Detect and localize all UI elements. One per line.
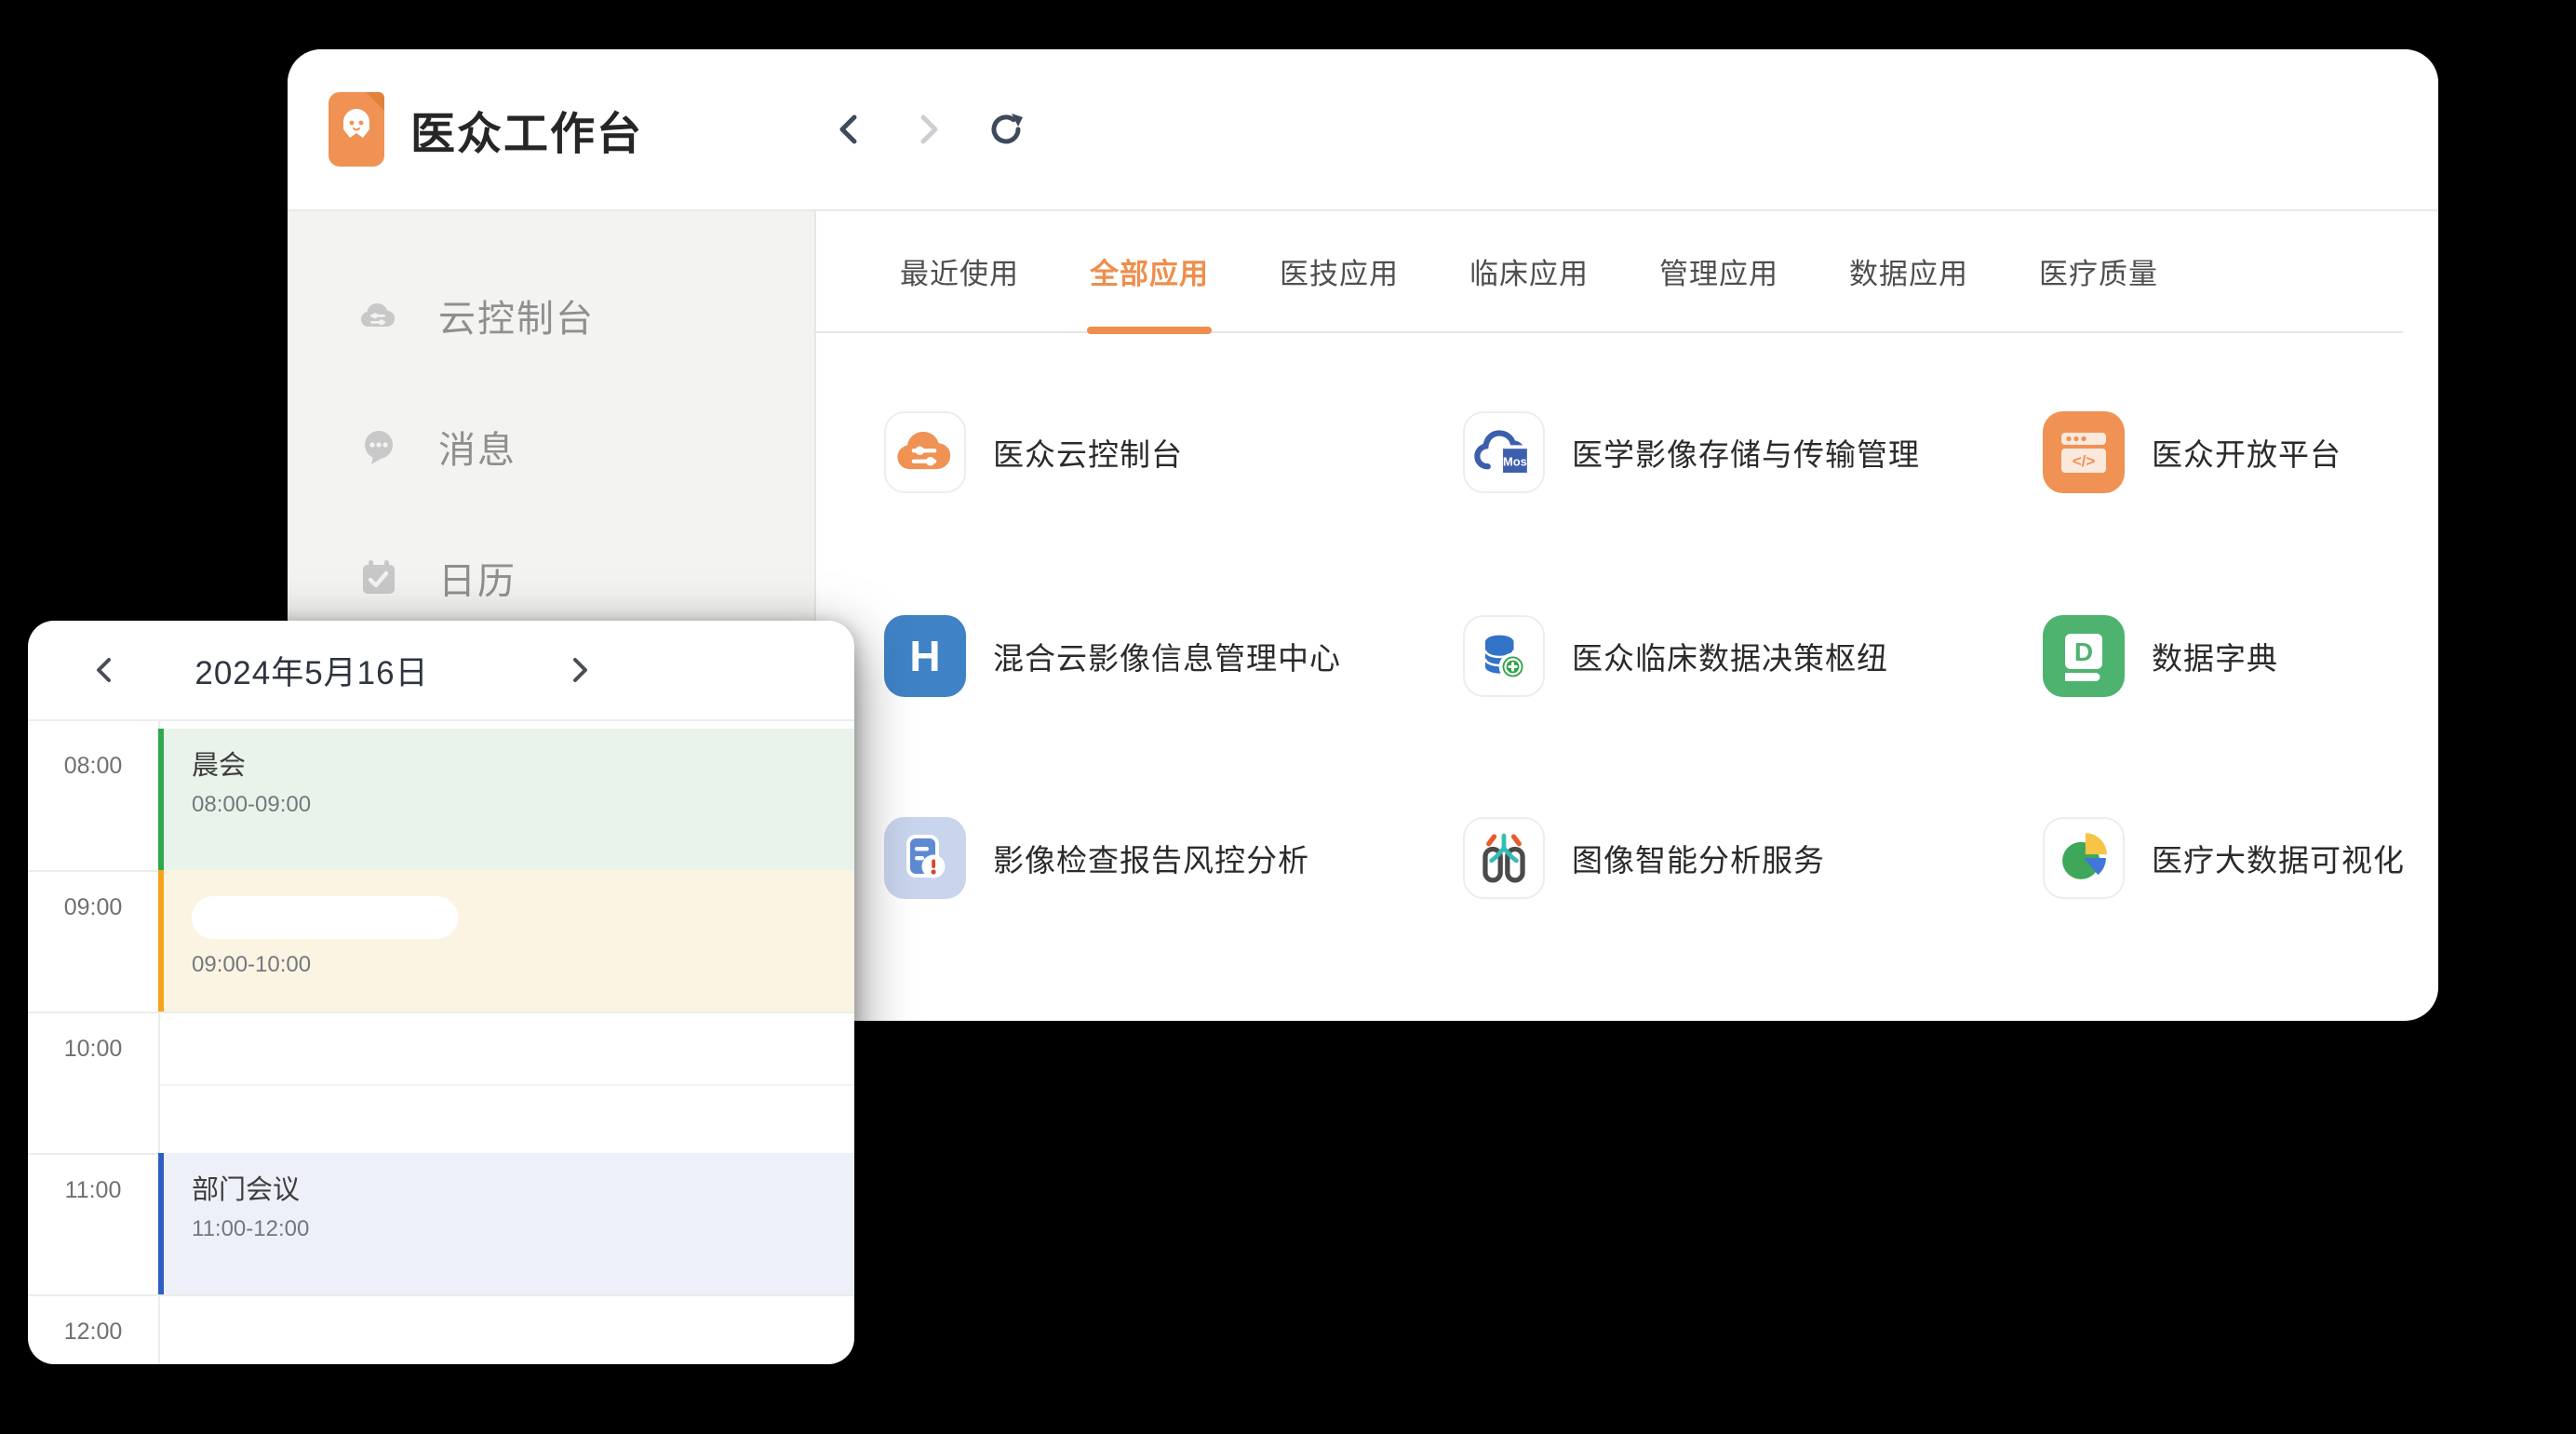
app-label: 混合云影像信息管理中心 (993, 634, 1341, 678)
app-cloud-console[interactable]: 医众云控制台 (884, 411, 1183, 493)
refresh-button[interactable] (987, 111, 1025, 148)
app-image-ai-analysis[interactable]: 图像智能分析服务 (1463, 817, 1825, 899)
redacted-event-title (192, 896, 458, 939)
app-hybrid-cloud-imaging[interactable]: H 混合云影像信息管理中心 (884, 615, 1341, 697)
event-title: 部门会议 (192, 1168, 854, 1207)
app-label: 医众云控制台 (993, 430, 1183, 475)
sidebar-item-cloud-console[interactable]: 云控制台 (288, 273, 814, 358)
pie-chart-icon (2043, 817, 2125, 899)
code-window-icon: </> (2043, 411, 2125, 493)
cloud-icon (356, 293, 401, 338)
event-time: 09:00-10:00 (192, 952, 854, 978)
database-plus-icon (1463, 615, 1545, 697)
event-time: 11:00-12:00 (192, 1216, 854, 1242)
tab-all-apps[interactable]: 全部应用 (1090, 211, 1209, 331)
desktop-background: 医众工作台 (0, 0, 2576, 1434)
cloud-sliders-icon (884, 411, 966, 493)
calendar-event-morning-meeting[interactable]: 晨会 08:00-09:00 (158, 729, 854, 870)
tab-quality[interactable]: 医疗质量 (2039, 211, 2158, 331)
app-category-tabs: 最近使用 全部应用 医技应用 临床应用 管理应用 数据应用 医疗质量 (816, 211, 2403, 333)
sidebar-item-messages[interactable]: 消息 (288, 404, 814, 489)
tab-management-apps[interactable]: 管理应用 (1659, 211, 1778, 331)
chat-bubble-icon (356, 424, 401, 469)
sidebar-item-label: 日历 (438, 551, 517, 605)
window-title: 医众工作台 (410, 49, 643, 209)
app-bigdata-visualization[interactable]: 医疗大数据可视化 (2043, 817, 2405, 899)
calendar-next-button[interactable] (560, 651, 597, 689)
svg-text:</>: </> (2073, 452, 2096, 470)
browser-nav (831, 49, 1025, 209)
app-data-dictionary[interactable]: D 数据字典 (2043, 615, 2278, 697)
mos-cloud-icon: Mos (1463, 411, 1545, 493)
sidebar-item-label: 云控制台 (438, 288, 595, 342)
svg-text:Mos: Mos (1503, 454, 1527, 468)
app-label: 医疗大数据可视化 (2152, 836, 2405, 880)
calendar-check-icon (356, 556, 401, 600)
sidebar-item-calendar[interactable]: 日历 (288, 535, 814, 621)
dictionary-book-icon: D (2043, 615, 2125, 697)
calendar-event-redacted[interactable]: 09:00-10:00 (158, 870, 854, 1012)
svg-text:D: D (2074, 637, 2093, 666)
sidebar-item-label: 消息 (438, 420, 517, 474)
app-label: 图像智能分析服务 (1572, 836, 1825, 880)
hour-label: 12:00 (28, 1319, 158, 1346)
back-button[interactable] (831, 111, 868, 148)
event-title: 晨会 (192, 744, 854, 783)
app-open-platform[interactable]: </> 医众开放平台 (2043, 411, 2341, 493)
report-alert-icon (884, 817, 966, 899)
app-pacs[interactable]: Mos 医学影像存储与传输管理 (1463, 411, 1920, 493)
calendar-event-department-meeting[interactable]: 部门会议 11:00-12:00 (158, 1153, 854, 1294)
tab-medtech-apps[interactable]: 医技应用 (1280, 211, 1399, 331)
hour-gridline (28, 1294, 854, 1296)
letter-h-icon: H (884, 615, 966, 697)
half-hour-gridline (160, 1084, 854, 1086)
tab-data-apps[interactable]: 数据应用 (1849, 211, 1968, 331)
tab-clinical-apps[interactable]: 临床应用 (1469, 211, 1589, 331)
forward-button[interactable] (909, 111, 946, 148)
calendar-date: 2024年5月16日 (112, 621, 512, 719)
app-logo-icon (329, 92, 384, 167)
calendar-header: 2024年5月16日 (28, 621, 854, 721)
app-report-risk-analysis[interactable]: 影像检查报告风控分析 (884, 817, 1309, 899)
hour-label: 09:00 (28, 894, 158, 921)
calendar-day-grid: 08:00 09:00 10:00 11:00 12:00 晨会 08:00-0… (28, 721, 854, 1364)
app-label: 影像检查报告风控分析 (993, 836, 1309, 880)
app-label: 医学影像存储与传输管理 (1572, 430, 1920, 475)
hour-gridline (28, 1012, 854, 1013)
app-label: 医众临床数据决策枢纽 (1572, 634, 1888, 678)
app-clinical-data-hub[interactable]: 医众临床数据决策枢纽 (1463, 615, 1888, 697)
app-label: 数据字典 (2152, 634, 2278, 678)
hour-label: 11:00 (28, 1177, 158, 1204)
lungs-icon (1463, 817, 1545, 899)
app-label: 医众开放平台 (2152, 430, 2341, 475)
calendar-panel: 2024年5月16日 08:00 09:00 10:00 11:00 12:00… (28, 621, 854, 1364)
tab-recent[interactable]: 最近使用 (900, 211, 1019, 331)
hour-label: 08:00 (28, 753, 158, 780)
hour-label: 10:00 (28, 1036, 158, 1063)
event-time: 08:00-09:00 (192, 792, 854, 818)
title-bar: 医众工作台 (288, 49, 2438, 211)
